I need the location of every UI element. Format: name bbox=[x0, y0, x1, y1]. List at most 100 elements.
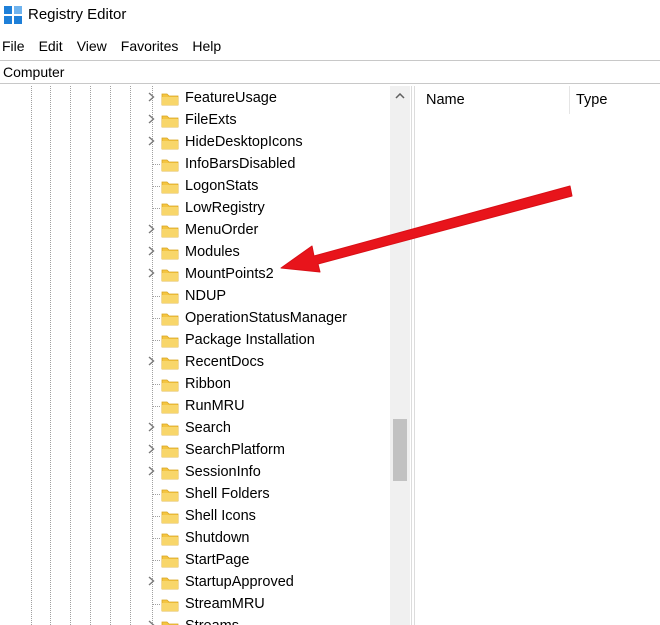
tree-connector bbox=[152, 406, 160, 407]
tree-item-label: SearchPlatform bbox=[185, 442, 285, 458]
tree-item-label: FeatureUsage bbox=[185, 90, 277, 106]
folder-icon bbox=[161, 135, 179, 150]
folder-icon bbox=[161, 333, 179, 348]
chevron-right-icon[interactable] bbox=[146, 241, 156, 263]
tree-connector bbox=[152, 164, 160, 165]
folder-icon bbox=[161, 91, 179, 106]
tree-item-label: StartupApproved bbox=[185, 574, 294, 590]
tree-item-label: HideDesktopIcons bbox=[185, 134, 303, 150]
tree-item[interactable]: Package Installation bbox=[0, 329, 390, 351]
folder-icon bbox=[161, 443, 179, 458]
tree-item[interactable]: StreamMRU bbox=[0, 593, 390, 615]
menu-view[interactable]: View bbox=[77, 38, 113, 54]
chevron-right-icon[interactable] bbox=[146, 417, 156, 439]
tree-connector bbox=[152, 340, 160, 341]
tree-item[interactable]: Ribbon bbox=[0, 373, 390, 395]
pane-splitter[interactable] bbox=[411, 86, 415, 625]
tree-connector bbox=[152, 296, 160, 297]
tree-connector bbox=[152, 186, 160, 187]
tree-item-label: MountPoints2 bbox=[185, 266, 274, 282]
scrollbar-thumb[interactable] bbox=[393, 419, 407, 481]
folder-icon bbox=[161, 465, 179, 480]
tree-item-label: Streams bbox=[185, 615, 239, 625]
title-bar: Registry Editor bbox=[0, 0, 660, 32]
tree-item-label: OperationStatusManager bbox=[185, 310, 348, 326]
tree-item-label: RunMRU bbox=[185, 398, 245, 414]
folder-icon bbox=[161, 531, 179, 546]
chevron-right-icon[interactable] bbox=[146, 351, 156, 373]
tree-item-label: SessionInfo bbox=[185, 464, 261, 480]
tree-item-label: StreamMRU bbox=[185, 596, 265, 612]
scroll-up-arrow-icon[interactable] bbox=[390, 86, 410, 106]
menu-edit[interactable]: Edit bbox=[39, 38, 69, 54]
tree-connector bbox=[152, 560, 160, 561]
chevron-right-icon[interactable] bbox=[146, 219, 156, 241]
tree-item-label: NDUP bbox=[185, 288, 227, 304]
tree-connector bbox=[152, 538, 160, 539]
folder-icon bbox=[161, 487, 179, 502]
folder-icon bbox=[161, 267, 179, 282]
folder-icon bbox=[161, 179, 179, 194]
tree-item[interactable]: Modules bbox=[0, 241, 390, 263]
tree-item[interactable]: InfoBarsDisabled bbox=[0, 153, 390, 175]
folder-icon bbox=[161, 399, 179, 414]
folder-icon bbox=[161, 311, 179, 326]
column-header-name[interactable]: Name bbox=[426, 86, 576, 114]
tree-item[interactable]: Shell Icons bbox=[0, 505, 390, 527]
tree-connector bbox=[152, 516, 160, 517]
tree-item[interactable]: SearchPlatform bbox=[0, 439, 390, 461]
menu-help[interactable]: Help bbox=[192, 38, 227, 54]
values-list: Name Type bbox=[416, 86, 660, 625]
tree-item-label: FileExts bbox=[185, 112, 237, 128]
tree-item[interactable]: HideDesktopIcons bbox=[0, 131, 390, 153]
folder-icon bbox=[161, 223, 179, 238]
column-header-type[interactable]: Type bbox=[576, 86, 656, 114]
tree-item[interactable]: Shell Folders bbox=[0, 483, 390, 505]
tree-item[interactable]: Streams bbox=[0, 615, 390, 625]
tree-item[interactable]: NDUP bbox=[0, 285, 390, 307]
tree-item[interactable]: StartPage bbox=[0, 549, 390, 571]
folder-icon bbox=[161, 201, 179, 216]
chevron-right-icon[interactable] bbox=[146, 615, 156, 625]
folder-icon bbox=[161, 355, 179, 370]
chevron-right-icon[interactable] bbox=[146, 571, 156, 593]
folder-icon bbox=[161, 245, 179, 260]
tree-item[interactable]: Search bbox=[0, 417, 390, 439]
tree-connector bbox=[152, 318, 160, 319]
chevron-right-icon[interactable] bbox=[146, 263, 156, 285]
folder-icon bbox=[161, 157, 179, 172]
tree-item[interactable]: FeatureUsage bbox=[0, 87, 390, 109]
tree-item-label: Modules bbox=[185, 244, 240, 260]
column-divider[interactable] bbox=[569, 86, 570, 114]
tree-item[interactable]: StartupApproved bbox=[0, 571, 390, 593]
chevron-right-icon[interactable] bbox=[146, 461, 156, 483]
tree-item[interactable]: RunMRU bbox=[0, 395, 390, 417]
tree-item[interactable]: RecentDocs bbox=[0, 351, 390, 373]
folder-icon bbox=[161, 377, 179, 392]
tree-item[interactable]: LogonStats bbox=[0, 175, 390, 197]
chevron-right-icon[interactable] bbox=[146, 131, 156, 153]
tree-connector bbox=[152, 494, 160, 495]
tree-item[interactable]: MenuOrder bbox=[0, 219, 390, 241]
tree-item[interactable]: MountPoints2 bbox=[0, 263, 390, 285]
chevron-right-icon[interactable] bbox=[146, 109, 156, 131]
tree-item-label: MenuOrder bbox=[185, 222, 259, 238]
chevron-right-icon[interactable] bbox=[146, 87, 156, 109]
tree-item[interactable]: LowRegistry bbox=[0, 197, 390, 219]
tree-connector bbox=[152, 604, 160, 605]
tree-item-label: StartPage bbox=[185, 552, 250, 568]
tree-scrollbar[interactable] bbox=[390, 86, 410, 625]
chevron-right-icon[interactable] bbox=[146, 439, 156, 461]
tree-item[interactable]: FileExts bbox=[0, 109, 390, 131]
folder-icon bbox=[161, 113, 179, 128]
tree-item[interactable]: OperationStatusManager bbox=[0, 307, 390, 329]
address-bar[interactable]: Computer bbox=[0, 60, 660, 84]
tree-item[interactable]: Shutdown bbox=[0, 527, 390, 549]
folder-icon bbox=[161, 289, 179, 304]
menu-favorites[interactable]: Favorites bbox=[121, 38, 185, 54]
tree-item-label: LowRegistry bbox=[185, 200, 265, 216]
menu-file[interactable]: File bbox=[2, 38, 31, 54]
tree-item-label: LogonStats bbox=[185, 178, 259, 194]
tree-item-label: Ribbon bbox=[185, 376, 231, 392]
tree-item[interactable]: SessionInfo bbox=[0, 461, 390, 483]
